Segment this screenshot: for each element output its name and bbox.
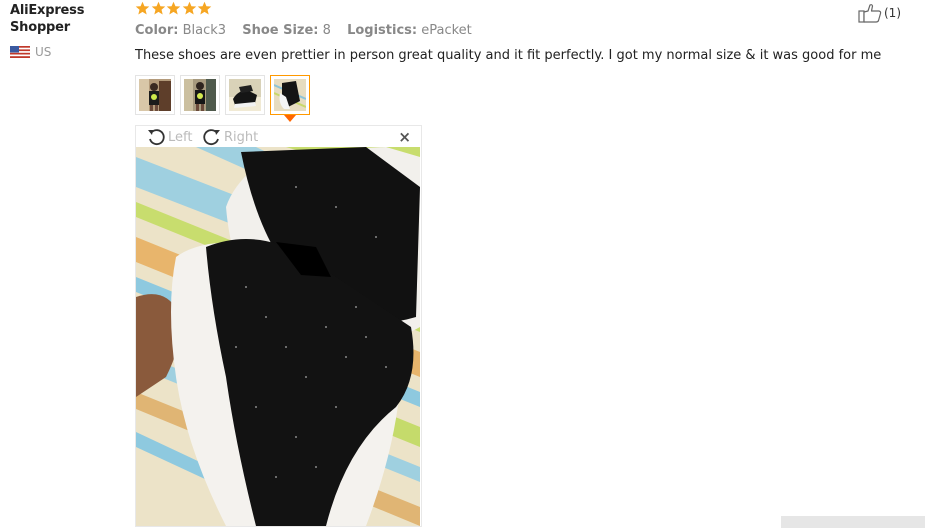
rotate-right-icon (203, 129, 220, 146)
attr-logistics: Logistics: ePacket (347, 23, 472, 38)
photo-thumbnail-4[interactable] (270, 75, 310, 122)
photo-thumbnail-image (274, 79, 306, 111)
helpful-count: (1) (884, 6, 901, 20)
reviewer-name: AliExpress Shopper (10, 3, 85, 35)
rotate-right-button[interactable]: Right (202, 127, 258, 147)
photo-thumbnail-image (139, 79, 171, 111)
photo-thumbnail-image (229, 79, 261, 111)
photo-thumbnail-2[interactable] (180, 75, 220, 115)
attr-color: Color: Black3 (135, 23, 230, 38)
star-icon (135, 1, 150, 15)
order-attributes: Color: Black3 Shoe Size: 8 Logistics: eP… (135, 23, 484, 38)
attr-size-key: Shoe Size: (242, 23, 319, 38)
review-photo (136, 147, 420, 526)
helpful-button[interactable]: (1) (858, 3, 901, 23)
review-photo-thumbnails (135, 75, 315, 122)
photo-viewer-toolbar: Left Right × (136, 126, 421, 147)
photo-viewer: Left Right × (135, 125, 422, 527)
reviewer-info: AliExpress Shopper US (10, 2, 120, 59)
active-thumbnail-indicator (284, 115, 296, 122)
attr-size-value: 8 (322, 23, 331, 38)
review-text: These shoes are even prettier in person … (135, 48, 882, 63)
reviewer-country: US (10, 45, 120, 59)
photo-thumbnail-image (184, 79, 216, 111)
rotate-left-button[interactable]: Left (146, 127, 192, 147)
star-icon (151, 1, 165, 15)
rotate-left-icon (148, 129, 165, 146)
star-icon (182, 1, 196, 15)
star-icon (166, 1, 181, 15)
thumbs-up-icon (858, 4, 882, 23)
horizontal-scrollbar[interactable] (781, 516, 925, 528)
attr-logistics-key: Logistics: (347, 23, 418, 38)
star-icon (197, 1, 212, 15)
attr-color-key: Color: (135, 23, 179, 38)
rotate-left-label: Left (168, 129, 193, 145)
attr-logistics-value: ePacket (421, 23, 472, 38)
star-rating (135, 1, 213, 16)
attr-size: Shoe Size: 8 (242, 23, 335, 38)
attr-color-value: Black3 (182, 23, 227, 38)
close-viewer-button[interactable]: × (398, 128, 411, 146)
country-code: US (35, 45, 52, 59)
rotate-right-label: Right (224, 129, 259, 145)
photo-thumbnail-1[interactable] (135, 75, 175, 115)
photo-thumbnail-3[interactable] (225, 75, 265, 115)
us-flag-icon (10, 46, 30, 58)
